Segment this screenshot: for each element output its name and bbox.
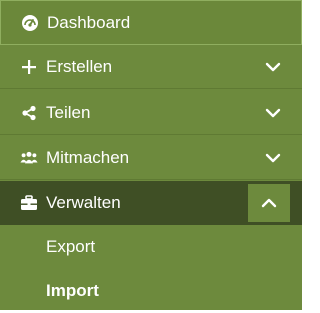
submenu-item-label: Export [46,237,96,256]
chevron-up-icon[interactable] [248,184,290,222]
users-icon [20,149,38,167]
briefcase-icon [20,194,38,212]
plus-icon [20,58,38,76]
sidebar-item-dashboard[interactable]: Dashboard [0,0,302,45]
submenu-item-label: Import [46,281,99,300]
sidebar-item-label: Teilen [46,102,91,122]
dashboard-gauge-icon [21,14,39,32]
sidebar-menu: Dashboard Erstellen Teilen Mitmachen Ver… [0,0,302,313]
sidebar-item-mitmachen[interactable]: Mitmachen [0,136,302,180]
sidebar-item-label: Erstellen [46,56,113,76]
sidebar-item-label: Mitmachen [46,147,130,167]
sidebar-item-label: Verwalten [46,193,121,212]
sidebar-item-verwalten[interactable]: Verwalten [0,181,302,225]
sidebar-item-label: Dashboard [47,12,131,32]
chevron-down-icon[interactable] [258,52,288,82]
sidebar-item-teilen[interactable]: Teilen [0,91,302,135]
submenu-item-export[interactable]: Export [0,225,302,269]
chevron-down-icon[interactable] [258,98,288,128]
submenu-item-import[interactable]: Import [0,269,302,313]
share-icon [20,104,38,122]
chevron-down-icon[interactable] [258,143,288,173]
sidebar-item-erstellen[interactable]: Erstellen [0,45,302,89]
